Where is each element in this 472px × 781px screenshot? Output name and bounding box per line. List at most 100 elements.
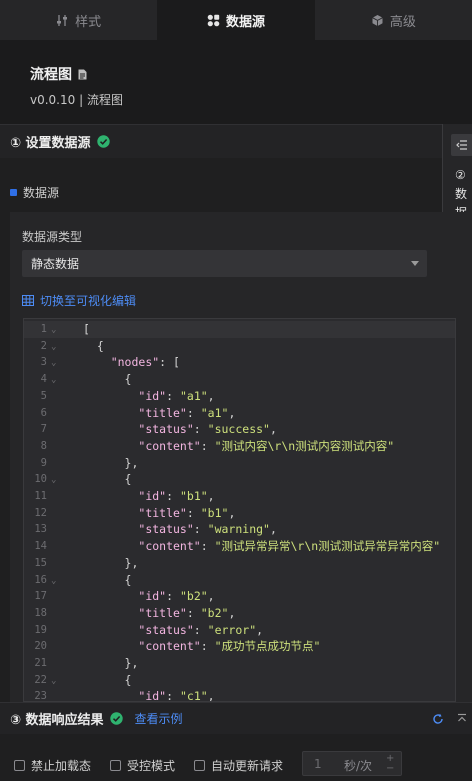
fold-chevron-icon[interactable]: ⌄	[51, 355, 56, 372]
code-text: {	[83, 572, 132, 587]
panel-tabs: 样式 数据源 高级	[0, 0, 472, 40]
code-line: 18 "title": "b2",	[24, 605, 455, 622]
tab-style-label: 样式	[75, 14, 102, 30]
code-text: },	[83, 555, 139, 570]
code-text: {	[83, 372, 132, 387]
view-example-link[interactable]: 查看示例	[135, 710, 183, 727]
code-text: "id": "b2",	[138, 589, 215, 604]
code-text: "content": "测试异常异常\r\n测试测试异常异常内容"	[138, 539, 441, 554]
code-line: 9 },	[24, 455, 455, 472]
bullet-icon	[10, 189, 17, 196]
code-line: 21 },	[24, 655, 455, 672]
fold-chevron-icon[interactable]: ⌄	[51, 339, 56, 356]
datasource-type-select[interactable]: 静态数据	[22, 250, 427, 277]
code-text: "title": "b2",	[138, 605, 236, 620]
line-number: 10	[34, 473, 47, 486]
code-text: {	[83, 472, 132, 487]
line-number: 12	[34, 506, 47, 519]
code-text: "id": "c1",	[138, 689, 215, 702]
code-text: [	[83, 322, 90, 336]
line-number: 23	[34, 690, 47, 702]
switch-visual-edit-link[interactable]: 切换至可视化编辑	[22, 292, 136, 309]
code-text: "id": "a1",	[138, 388, 215, 403]
tab-datasource-label: 数据源	[225, 14, 265, 30]
component-version: v0.0.10 | 流程图	[30, 93, 123, 107]
line-number: 8	[40, 439, 47, 452]
code-text: "id": "b1",	[138, 489, 215, 503]
code-text: "title": "b1",	[138, 505, 236, 520]
auto-refresh-label: 自动更新请求	[211, 759, 284, 773]
fold-chevron-icon[interactable]: ⌄	[51, 673, 56, 690]
fold-chevron-icon[interactable]: ⌄	[51, 573, 56, 590]
table-icon	[22, 295, 34, 306]
code-line: 3 ⌄ "nodes": [	[24, 354, 455, 372]
apps-icon	[207, 14, 220, 26]
decrement-icon[interactable]: −	[386, 763, 394, 774]
line-number: 15	[34, 556, 47, 569]
caret-down-icon	[411, 261, 419, 266]
code-text: "status": "error",	[138, 622, 264, 637]
controlled-mode-option[interactable]: 受控模式	[110, 757, 175, 774]
code-line: 17 "id": "b2",	[24, 588, 455, 605]
line-number: 13	[34, 523, 47, 536]
fold-chevron-icon[interactable]: ⌄	[51, 372, 56, 389]
code-line: 8 "content": "测试内容\r\n测试内容测试内容"	[24, 438, 455, 455]
controlled-mode-label: 受控模式	[127, 759, 176, 773]
code-text: "content": "测试内容\r\n测试内容测试内容"	[138, 438, 395, 453]
code-line: 14 "content": "测试异常异常\r\n测试测试异常异常内容"	[24, 538, 455, 555]
controlled-mode-checkbox[interactable]	[110, 760, 121, 771]
line-number: 18	[34, 606, 47, 619]
fold-chevron-icon[interactable]: ⌄	[51, 322, 56, 339]
line-number: 17	[34, 590, 47, 603]
code-line: 16 ⌄ {	[24, 572, 455, 590]
section-title: ① 设置数据源	[10, 136, 91, 151]
code-text: "content": "成功节点成功节点"	[138, 639, 321, 654]
menu-fold-icon	[456, 140, 467, 150]
line-number: 19	[34, 623, 47, 636]
document-icon[interactable]	[78, 69, 87, 80]
json-code-editor[interactable]: 1 ⌄[2 ⌄ {3 ⌄ "nodes": [4 ⌄ {5 "id": "a1", 6 "…	[23, 318, 456, 702]
code-text: },	[83, 455, 139, 470]
disable-loading-option[interactable]: 禁止加载态	[14, 757, 91, 774]
code-line: 1 ⌄ [	[24, 321, 455, 339]
line-number: 7	[40, 423, 47, 436]
component-title: 流程图	[30, 64, 87, 84]
tab-advanced-label: 高级	[389, 14, 416, 30]
code-line: 23 "id": "c1",	[24, 688, 455, 702]
datasource-type-value: 静态数据	[31, 257, 80, 271]
datasource-label: 数据源	[10, 184, 59, 201]
code-line: 13 "status": "warning",	[24, 521, 455, 538]
datasource-type-label: 数据源类型	[22, 230, 83, 244]
component-title-text: 流程图	[30, 67, 72, 83]
refresh-interval-input[interactable]: 1 秒/次 + −	[302, 751, 402, 776]
response-options: 禁止加载态 受控模式 自动更新请求 1 秒/次 + −	[0, 734, 472, 781]
code-line: 10 ⌄ {	[24, 471, 455, 489]
code-line: 6 "title": "a1",	[24, 405, 455, 422]
disable-loading-checkbox[interactable]	[14, 760, 25, 771]
refresh-icon[interactable]	[432, 713, 444, 725]
code-line: 15 },	[24, 555, 455, 572]
section-response-result[interactable]: ③ 数据响应结果 查看示例	[0, 702, 472, 734]
code-text: "status": "success",	[138, 422, 277, 437]
fold-chevron-icon[interactable]: ⌄	[51, 472, 56, 489]
code-text: "status": "warning",	[138, 522, 277, 537]
tab-datasource[interactable]: 数据源	[157, 0, 315, 40]
datasource-panel: 数据源类型 静态数据 切换至可视化编辑 1 ⌄ [2 ⌄ {3 ⌄ "nodes": […	[10, 212, 472, 702]
code-text: "nodes": [	[110, 355, 180, 370]
auto-refresh-checkbox[interactable]	[194, 760, 205, 771]
code-text: },	[83, 656, 139, 670]
collapse-up-icon[interactable]	[456, 713, 468, 725]
auto-refresh-option[interactable]: 自动更新请求	[194, 757, 283, 774]
tab-advanced[interactable]: 高级	[315, 0, 472, 40]
line-number: 22	[34, 673, 47, 686]
line-number: 20	[34, 640, 47, 653]
code-line: 11 "id": "b1",	[24, 488, 455, 505]
tab-style[interactable]: 样式	[0, 0, 157, 40]
line-number: 16	[34, 573, 47, 586]
section-set-datasource[interactable]: ① 设置数据源	[0, 124, 472, 158]
code-text: {	[83, 672, 132, 687]
code-line: 5 "id": "a1",	[24, 388, 455, 405]
line-number: 2	[40, 339, 47, 352]
collapse-panel-button[interactable]	[451, 134, 472, 156]
line-number: 21	[34, 657, 47, 669]
